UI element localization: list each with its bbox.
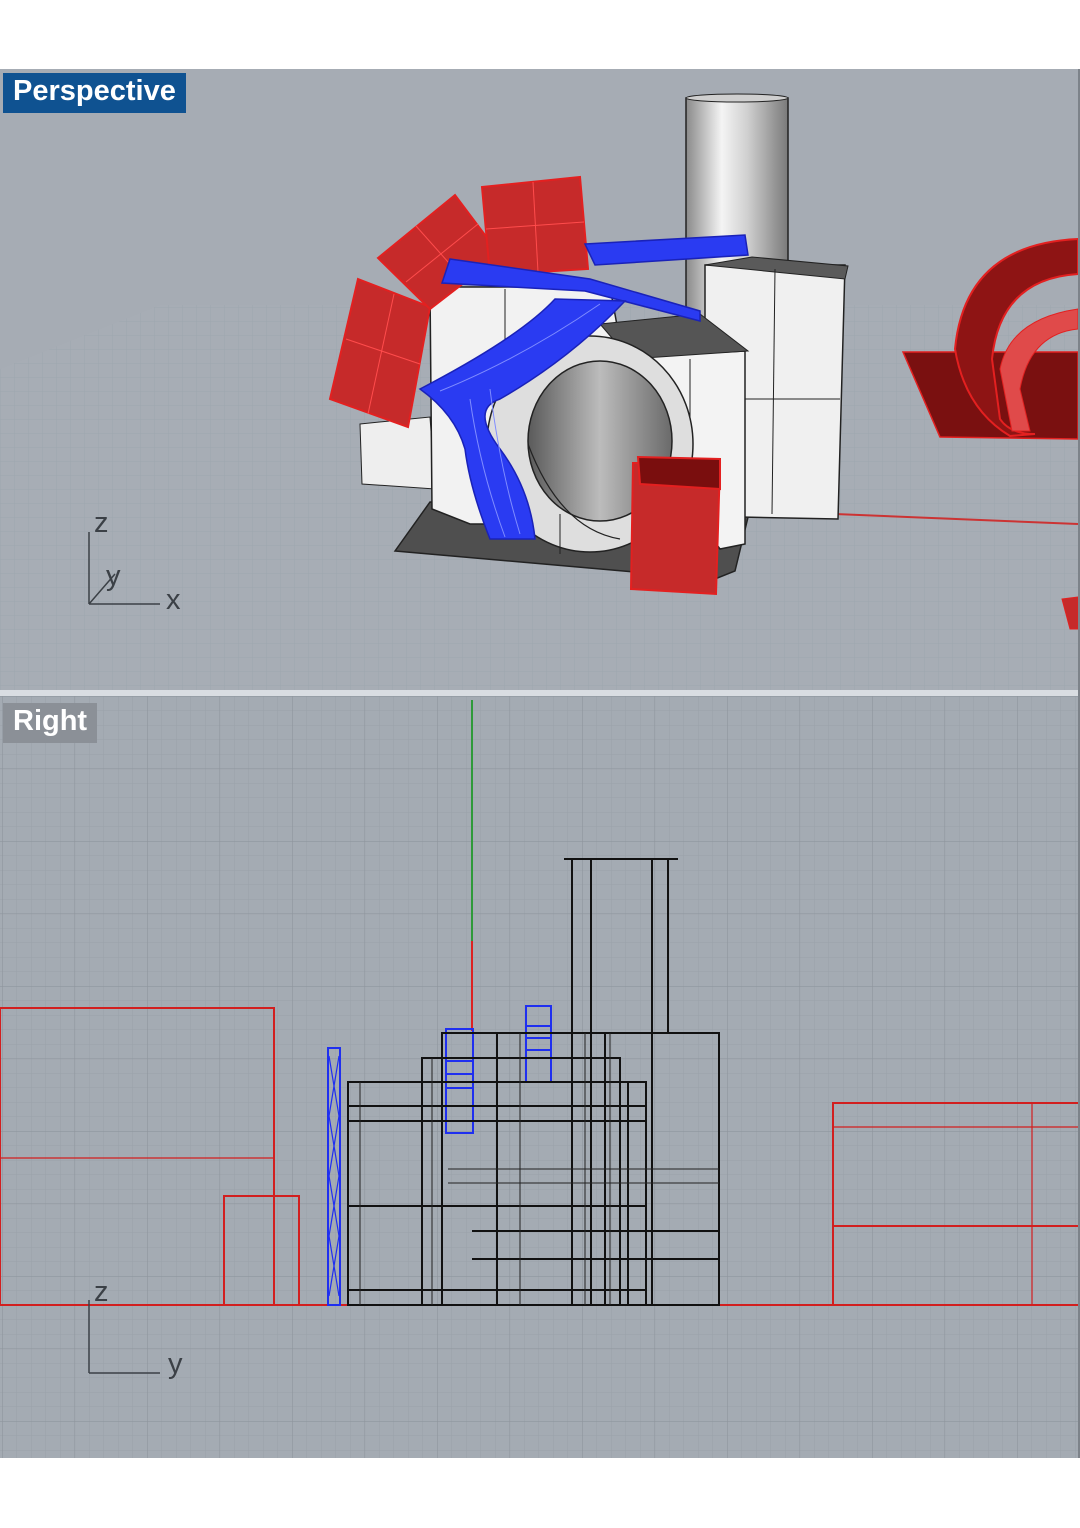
white-box-left[interactable] — [359, 416, 436, 490]
perspective-axis-y: y — [106, 560, 121, 592]
perspective-axis-z: z — [94, 507, 109, 539]
right-scene[interactable]: z y — [0, 696, 1078, 1458]
right-axis-z: z — [94, 1276, 109, 1308]
perspective-scene[interactable]: z y x — [0, 69, 1078, 690]
right-viewport[interactable]: z y Right — [0, 696, 1078, 1458]
perspective-viewport-title[interactable]: Perspective — [3, 73, 186, 113]
right-viewport-title[interactable]: Right — [3, 703, 98, 743]
right-axis-y: y — [168, 1348, 183, 1380]
perspective-axis-x: x — [166, 584, 181, 616]
perspective-viewport[interactable]: z y x Perspective — [0, 69, 1078, 690]
